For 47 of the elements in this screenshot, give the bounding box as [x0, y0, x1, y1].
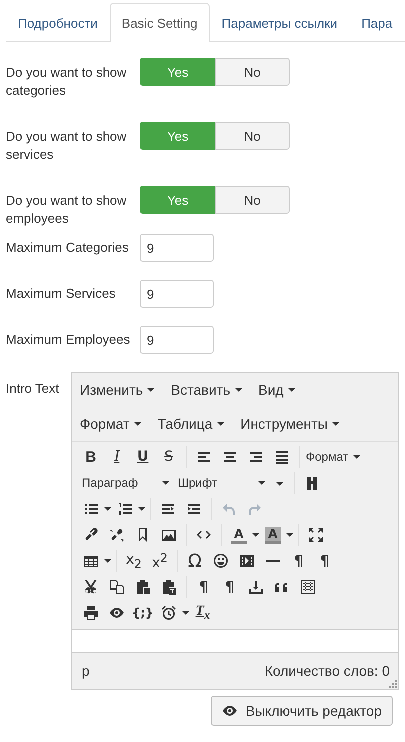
tab[interactable]: Basic Setting — [110, 3, 210, 42]
caret-icon — [104, 507, 112, 511]
caret-icon — [252, 533, 260, 537]
format-dropdown[interactable]: Параграф — [78, 471, 174, 495]
tab[interactable]: Подробности — [6, 3, 110, 42]
caret-icon — [332, 422, 340, 426]
format-dropdown[interactable]: Шрифт — [174, 471, 270, 495]
field-label: Intro Text — [6, 380, 60, 398]
caret-icon — [138, 507, 146, 511]
field-label: Do you want to show categories — [6, 64, 128, 100]
resize-handle-icon[interactable] — [389, 680, 397, 688]
toggle-editor-button[interactable]: Выключить редактор — [210, 696, 393, 726]
caret-icon — [352, 455, 361, 459]
number-field[interactable]: 9 — [140, 326, 214, 354]
field-label: Do you want to show employees — [6, 192, 128, 228]
menu-item[interactable]: Таблица — [154, 414, 229, 434]
caret-icon — [286, 533, 294, 537]
number-field[interactable]: 9 — [140, 234, 214, 262]
field-label: Maximum Services — [6, 285, 117, 303]
caret-icon — [104, 559, 112, 563]
caret-icon — [182, 611, 190, 615]
tab[interactable]: Параметры ссылки — [210, 3, 350, 42]
caret-icon — [216, 422, 225, 426]
caret-icon — [147, 388, 156, 392]
word-count: Количество слов: 0 — [264, 663, 390, 679]
element-path: p — [82, 663, 90, 679]
caret-icon — [258, 481, 266, 485]
menu-item[interactable]: Изменить — [76, 380, 160, 400]
field-label: Maximum Categories — [6, 239, 130, 257]
caret-icon — [276, 482, 284, 486]
toggle-option[interactable]: No — [215, 122, 290, 150]
eye-icon — [222, 703, 238, 719]
menu-item[interactable]: Инструменты — [236, 414, 344, 434]
caret-icon — [162, 481, 170, 485]
caret-icon — [288, 388, 296, 392]
caret-icon — [234, 388, 242, 392]
menu-item[interactable]: Вид — [254, 380, 300, 400]
format-dropdown[interactable]: Формат — [304, 445, 363, 469]
field-label: Maximum Employees — [6, 331, 132, 349]
field-label: Do you want to show services — [6, 128, 128, 164]
number-field[interactable]: 9 — [140, 280, 214, 308]
toggle-option[interactable]: No — [215, 58, 290, 86]
menu-item[interactable]: Формат — [76, 414, 146, 434]
caret-icon — [134, 422, 142, 426]
tab[interactable]: Пара — [350, 3, 394, 42]
toggle-option[interactable]: No — [215, 186, 290, 214]
menu-item[interactable]: Вставить — [167, 380, 246, 400]
